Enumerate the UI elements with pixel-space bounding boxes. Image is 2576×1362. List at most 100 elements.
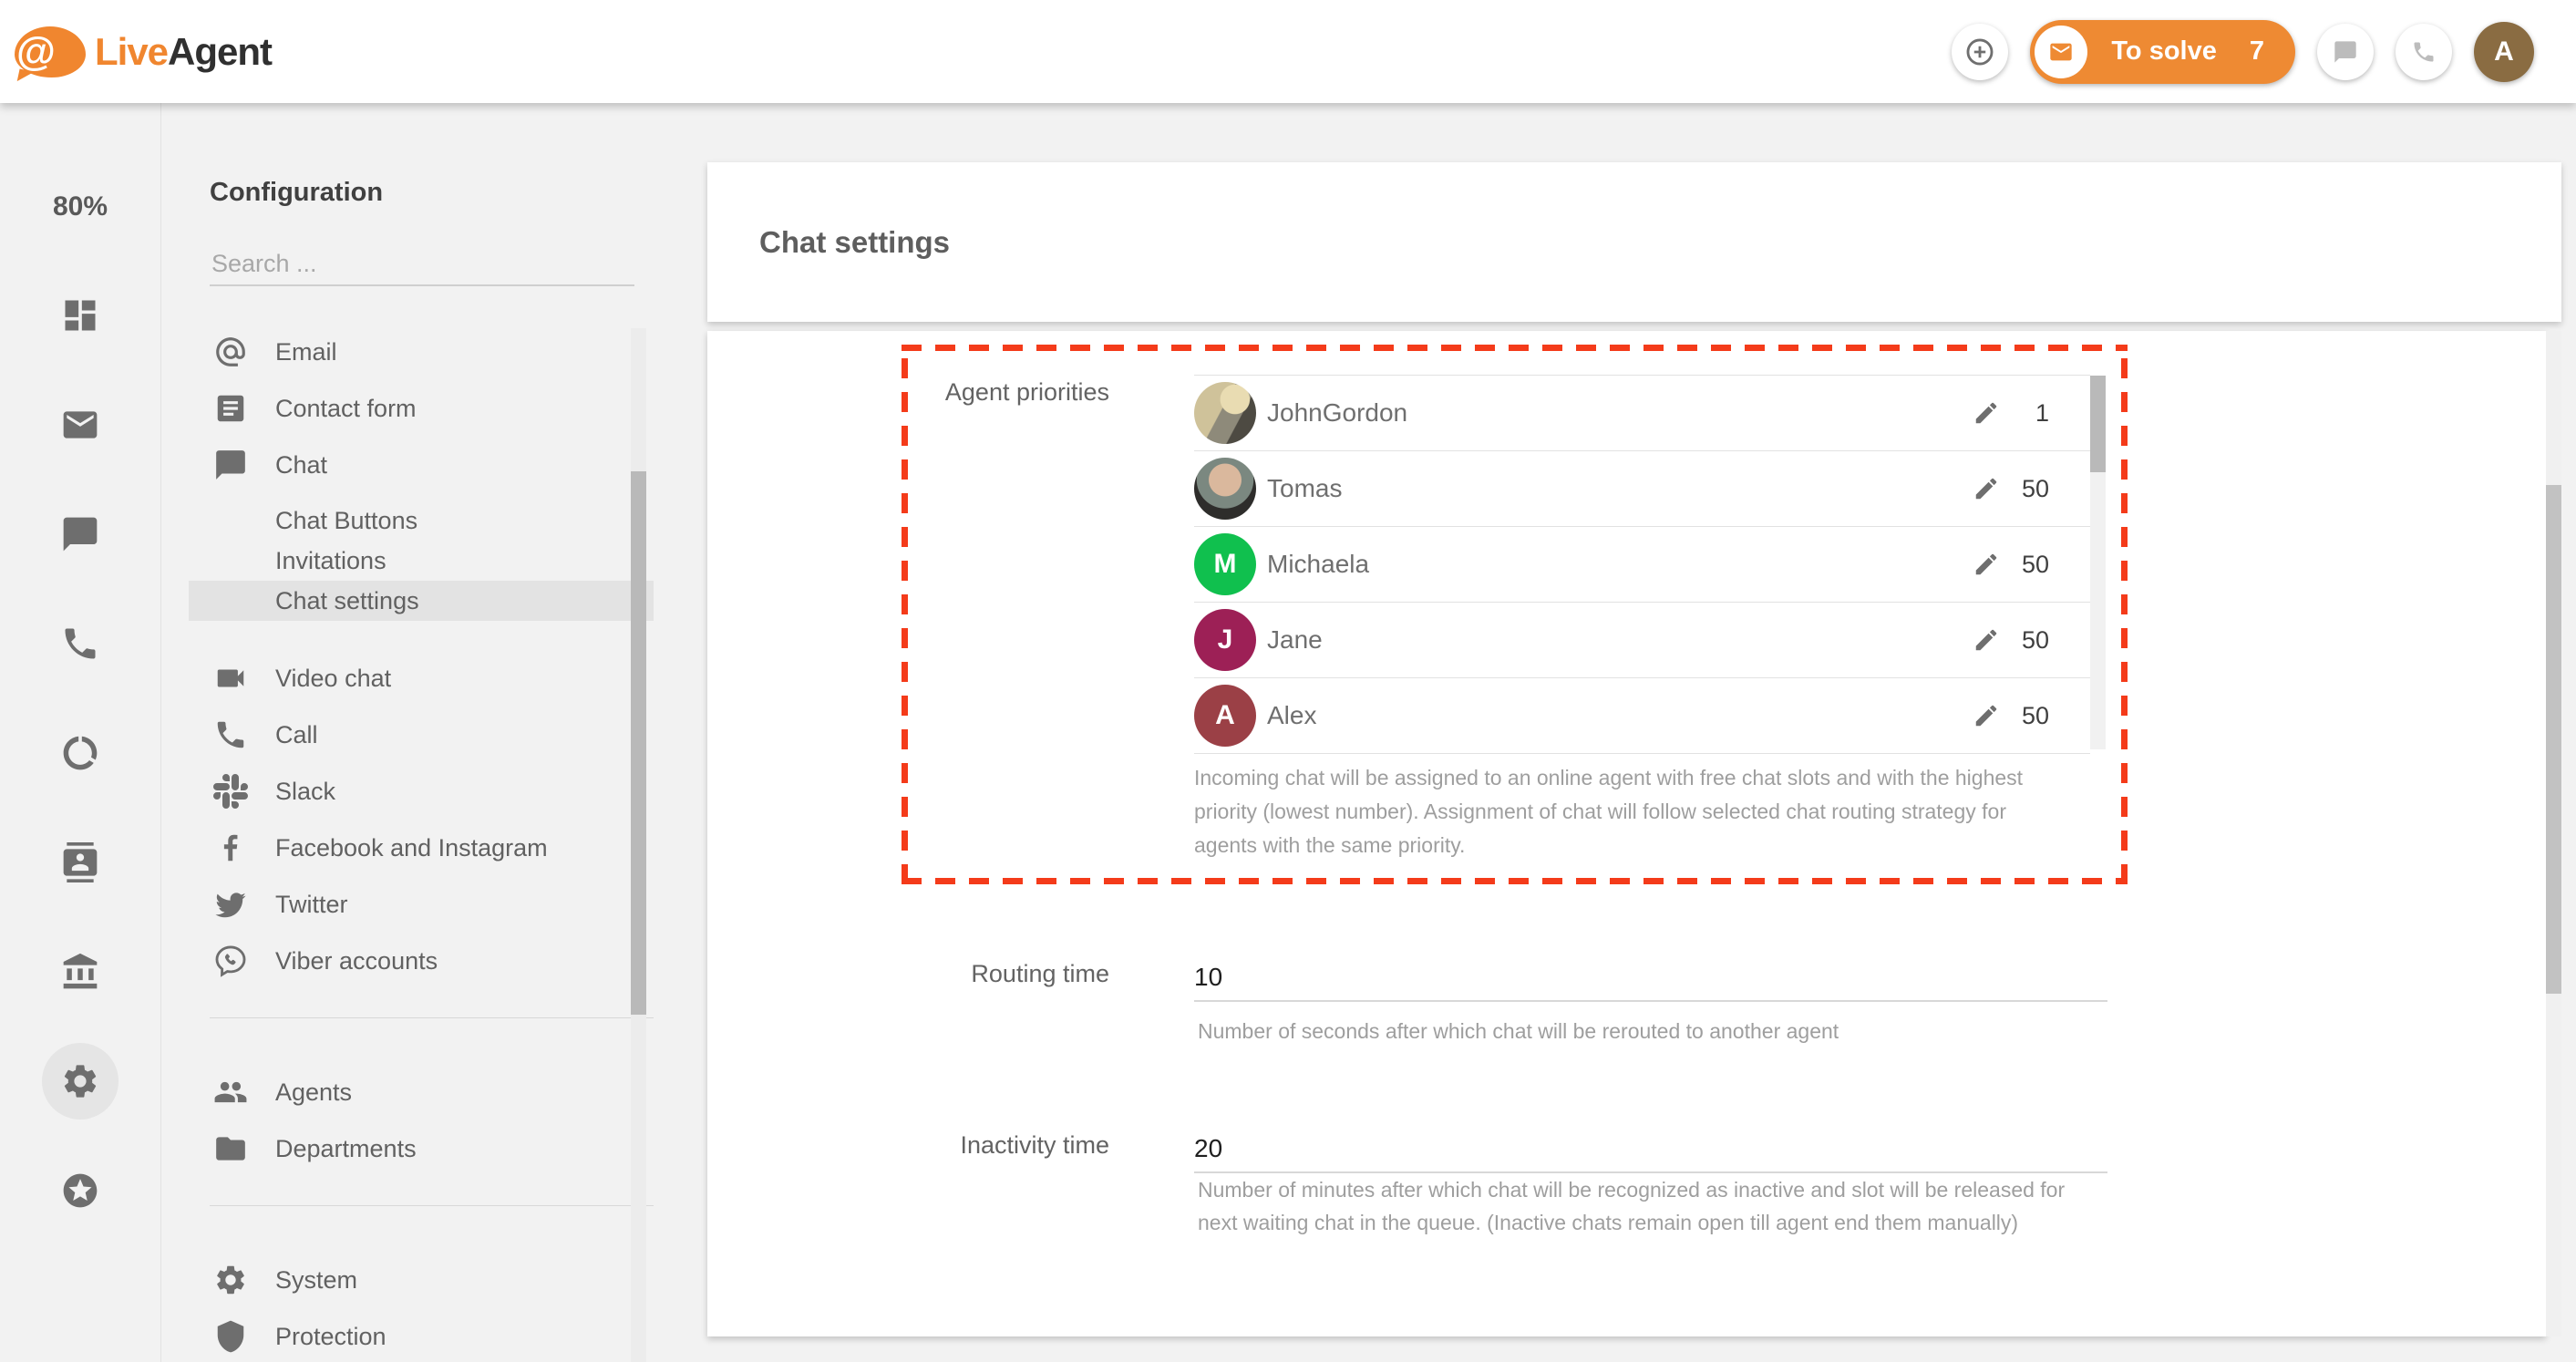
liveagent-logo[interactable]: @ LiveAgent — [15, 15, 272, 88]
sidebar-item-chat-buttons[interactable]: Chat Buttons — [210, 500, 634, 541]
sidebar-item-label: Call — [275, 721, 318, 749]
sidebar-item-label: Chat Buttons — [275, 507, 417, 535]
sidebar-item-label: Agents — [275, 1078, 352, 1107]
rail-dashboard-icon[interactable] — [59, 294, 101, 336]
icon-rail: 80% — [0, 103, 161, 1362]
to-solve-count: 7 — [2250, 36, 2264, 67]
sidebar-item-slack[interactable]: Slack — [210, 763, 634, 820]
sidebar-item-label: Slack — [275, 778, 335, 806]
plus-icon — [1964, 36, 1995, 67]
config-sidebar: Configuration Email Contact form Chat Chat … — [161, 103, 706, 1362]
agent-priority-value: 50 — [2009, 626, 2049, 655]
page-title: Chat settings — [707, 225, 950, 260]
rail-settings-icon[interactable] — [59, 1060, 101, 1102]
agent-name: JohnGordon — [1267, 398, 1973, 428]
sidebar-divider — [210, 1017, 654, 1018]
article-icon — [213, 391, 255, 426]
sidebar-item-email[interactable]: Email — [210, 324, 634, 380]
sidebar-item-facebook-and-instagram[interactable]: Facebook and Instagram — [210, 820, 634, 876]
to-solve-label: To solve — [2111, 36, 2217, 67]
settings-card: Agent priorities JohnGordon1Tomas50MMich… — [707, 331, 2546, 1336]
agent-name: Michaela — [1267, 550, 1973, 579]
sidebar-item-invitations[interactable]: Invitations — [210, 541, 634, 581]
calls-button[interactable] — [2396, 24, 2452, 80]
sidebar-item-chat[interactable]: Chat — [210, 437, 634, 493]
sidebar-scrollbar-thumb[interactable] — [631, 471, 646, 1015]
page-header-card: Chat settings — [707, 162, 2561, 322]
sidebar-item-agents[interactable]: Agents — [210, 1064, 634, 1120]
search-input[interactable] — [210, 242, 634, 286]
twitter-icon — [213, 887, 255, 922]
avatar: M — [1194, 533, 1256, 595]
edit-pencil-icon[interactable] — [1973, 626, 2000, 654]
agent-priority-value: 50 — [2009, 702, 2049, 730]
to-solve-button[interactable]: To solve 7 — [2030, 20, 2295, 84]
rail-stars-icon[interactable] — [59, 1170, 101, 1212]
envelope-icon — [2035, 26, 2087, 78]
rail-email-icon[interactable] — [59, 404, 101, 446]
agent-list-scrollbar[interactable] — [2090, 376, 2106, 749]
sidebar-item-contact-form[interactable]: Contact form — [210, 380, 634, 437]
avatar: A — [1194, 685, 1256, 747]
agent-priority-value: 50 — [2009, 475, 2049, 503]
sidebar-item-label: Contact form — [275, 395, 417, 423]
load-percent: 80% — [0, 187, 160, 227]
sidebar-item-label: Chat — [275, 451, 327, 480]
sidebar-item-system[interactable]: System — [210, 1252, 634, 1308]
routing-time-label: Routing time — [844, 960, 1109, 988]
sidebar-item-chat-settings[interactable]: Chat settings — [189, 581, 654, 621]
agent-priorities-description: Incoming chat will be assigned to an onl… — [1194, 761, 2074, 862]
inactivity-time-input[interactable] — [1194, 1126, 2107, 1173]
inactivity-time-label: Inactivity time — [844, 1131, 1109, 1160]
chats-button[interactable] — [2317, 24, 2374, 80]
rail-bank-icon[interactable] — [59, 951, 101, 993]
sidebar-item-twitter[interactable]: Twitter — [210, 876, 634, 933]
logo-at-icon: @ — [15, 26, 86, 77]
routing-time-helper: Number of seconds after which chat will … — [1198, 1015, 2109, 1047]
alternate-email-icon — [213, 335, 255, 369]
avatar: J — [1194, 609, 1256, 671]
sidebar-divider — [210, 1205, 654, 1206]
agent-priorities-list: JohnGordon1Tomas50MMichaela50JJane50AAle… — [1194, 375, 2106, 750]
add-button[interactable] — [1952, 24, 2008, 80]
agent-priorities-label: Agent priorities — [844, 378, 1109, 407]
agent-row: JohnGordon 1 — [1194, 375, 2090, 450]
rail-phone-icon[interactable] — [59, 623, 101, 665]
agent-row: M Michaela 50 — [1194, 526, 2090, 602]
sidebar-item-call[interactable]: Call — [210, 707, 634, 763]
edit-pencil-icon[interactable] — [1973, 551, 2000, 578]
shield-icon — [213, 1319, 255, 1354]
edit-pencil-icon[interactable] — [1973, 475, 2000, 502]
logo-at-symbol: @ — [16, 32, 56, 72]
sidebar-item-label: Twitter — [275, 891, 348, 919]
sidebar-item-protection[interactable]: Protection — [210, 1308, 634, 1362]
rail-contacts-icon[interactable] — [59, 841, 101, 883]
sidebar-item-label: Departments — [275, 1135, 417, 1163]
edit-pencil-icon[interactable] — [1973, 702, 2000, 729]
agent-list-scrollbar-thumb[interactable] — [2090, 376, 2106, 472]
sidebar-scrollbar[interactable] — [631, 328, 646, 1362]
sidebar-title: Configuration — [210, 178, 383, 208]
phone-icon — [213, 717, 255, 752]
sidebar-item-label: System — [275, 1266, 357, 1295]
topbar-actions: To solve 7 A — [1952, 20, 2534, 84]
user-avatar[interactable]: A — [2474, 22, 2534, 82]
rail-chat-icon[interactable] — [59, 513, 101, 555]
sidebar-item-viber-accounts[interactable]: Viber accounts — [210, 933, 634, 989]
logo-agent: Agent — [168, 30, 272, 73]
sidebar-item-video-chat[interactable]: Video chat — [210, 650, 634, 707]
agent-priority-value: 1 — [2009, 399, 2049, 428]
main-scrollbar[interactable] — [2546, 331, 2561, 1336]
routing-time-input[interactable] — [1194, 954, 2107, 1002]
sidebar-item-departments[interactable]: Departments — [210, 1120, 634, 1177]
rail-icon-list — [0, 294, 160, 1212]
agent-priority-value: 50 — [2009, 551, 2049, 579]
edit-pencil-icon[interactable] — [1973, 399, 2000, 427]
phone-icon — [2411, 39, 2437, 65]
sidebar-item-label: Viber accounts — [275, 947, 438, 975]
folder-icon — [213, 1131, 255, 1166]
rail-data-usage-icon[interactable] — [59, 732, 101, 774]
viber-icon — [213, 944, 255, 978]
main-scrollbar-thumb[interactable] — [2546, 485, 2561, 994]
agent-rows: JohnGordon1Tomas50MMichaela50JJane50AAle… — [1194, 375, 2090, 754]
